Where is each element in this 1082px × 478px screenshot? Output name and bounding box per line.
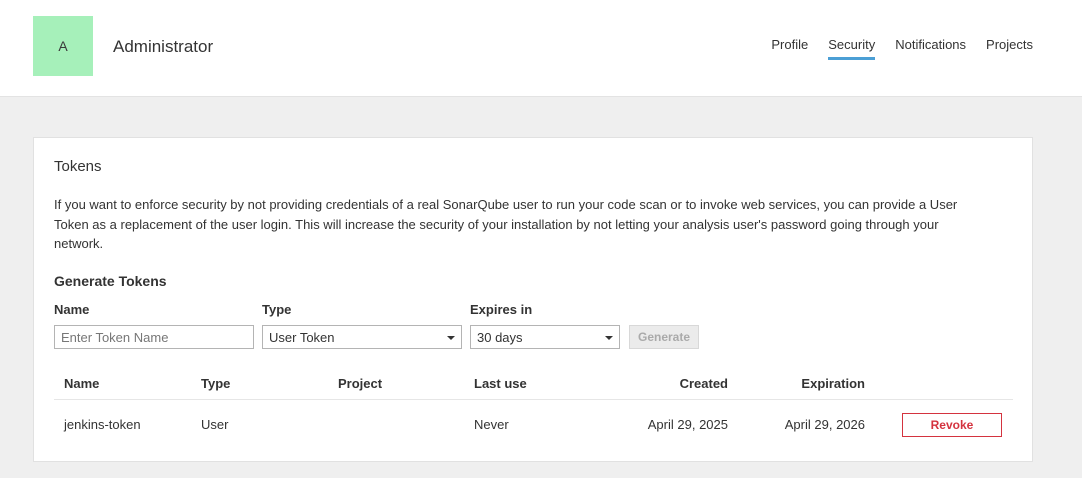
tab-notifications[interactable]: Notifications	[895, 37, 966, 60]
chevron-down-icon	[605, 336, 613, 340]
token-type-label: Type	[262, 302, 292, 317]
tokens-panel: Tokens If you want to enforce security b…	[33, 137, 1033, 462]
token-name-label: Name	[54, 302, 90, 317]
token-expiration-cell: April 29, 2026	[784, 417, 865, 432]
column-header-expiration: Expiration	[801, 376, 865, 391]
token-created-cell: April 29, 2025	[647, 417, 728, 432]
token-type-select[interactable]: User Token	[262, 325, 462, 349]
table-divider	[54, 399, 1013, 400]
page-header: A Administrator Profile Security Notific…	[0, 0, 1082, 97]
column-header-name: Name	[64, 376, 100, 391]
tokens-title: Tokens	[54, 158, 102, 175]
token-expiry-value: 30 days	[477, 329, 523, 345]
column-header-project: Project	[338, 376, 383, 391]
token-type-cell: User	[201, 417, 229, 432]
token-expiry-select[interactable]: 30 days	[470, 325, 620, 349]
token-name-input[interactable]: Enter Token Name	[54, 325, 254, 349]
tab-security[interactable]: Security	[828, 37, 876, 60]
tab-projects[interactable]: Projects	[986, 37, 1033, 60]
token-expires-label: Expires in	[470, 302, 533, 317]
token-name-cell: jenkins-token	[64, 417, 141, 432]
generate-button[interactable]: Generate	[629, 325, 699, 349]
column-header-last-use: Last use	[474, 376, 527, 391]
column-header-type: Type	[201, 376, 231, 391]
generate-tokens-title: Generate Tokens	[54, 273, 167, 289]
avatar: A	[33, 16, 93, 76]
column-header-created: Created	[679, 376, 728, 391]
revoke-button[interactable]: Revoke	[902, 413, 1002, 437]
tokens-description: If you want to enforce security by not p…	[54, 197, 958, 251]
tab-profile[interactable]: Profile	[771, 37, 808, 60]
user-name: Administrator	[113, 37, 214, 56]
chevron-down-icon	[447, 336, 455, 340]
token-last-use-cell: Never	[474, 417, 509, 432]
account-nav: Profile Security Notifications Projects	[751, 37, 1033, 60]
token-type-value: User Token	[269, 329, 335, 345]
